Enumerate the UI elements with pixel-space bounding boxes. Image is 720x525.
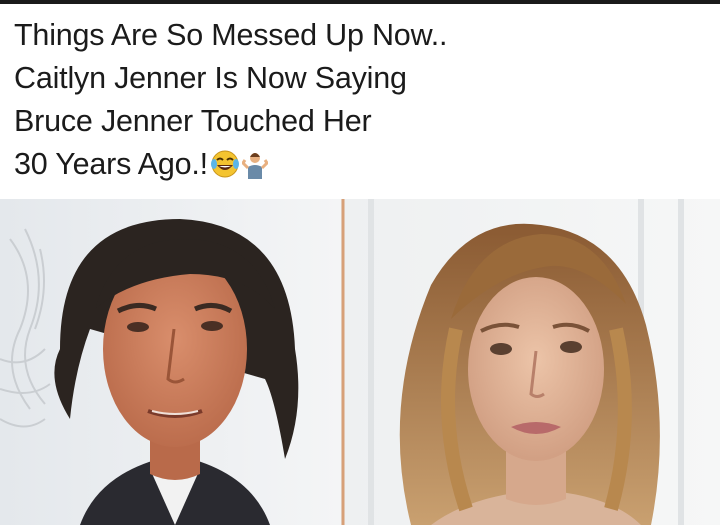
- caption-line-1: Things Are So Messed Up Now..: [14, 18, 448, 52]
- caption-line-2: Caitlyn Jenner Is Now Saying: [14, 61, 407, 95]
- woman-portrait-photo: [341, 199, 720, 525]
- caption-line-4-text: 30 Years Ago.!: [14, 147, 208, 181]
- caption-line-3: Bruce Jenner Touched Her: [14, 104, 372, 138]
- man-portrait-photo: [0, 199, 341, 525]
- face-with-tears-of-joy-icon: [210, 148, 240, 191]
- photo-collage: [0, 199, 720, 525]
- top-divider: [0, 0, 720, 4]
- caption-line-4: 30 Years Ago.!: [14, 143, 704, 191]
- person-shrugging-icon: [241, 148, 269, 191]
- meme-caption: Things Are So Messed Up Now.. Caitlyn Je…: [14, 14, 704, 191]
